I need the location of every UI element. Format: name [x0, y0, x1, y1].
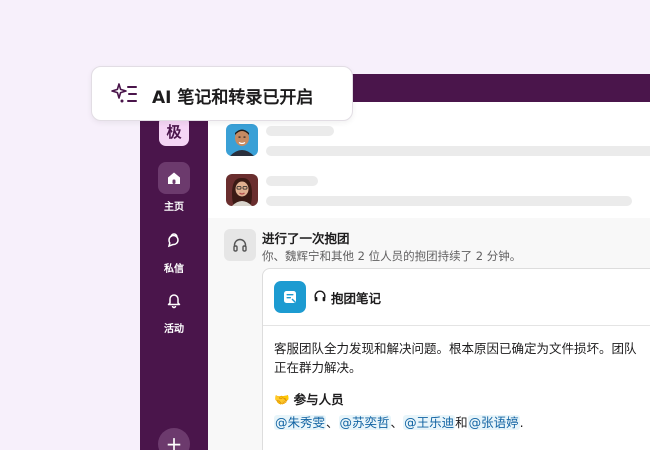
message-placeholder [226, 124, 650, 158]
headphones-icon [224, 229, 256, 261]
main-panel: 进行了一次抱团 你、魏辉宁和其他 2 位人员的抱团持续了 2 分钟。 抱团笔记 [208, 102, 650, 450]
placeholder-line [266, 126, 334, 136]
avatar [226, 174, 258, 206]
user-mention[interactable]: @苏奕哲 [338, 415, 391, 430]
direct-messages-icon [158, 224, 190, 256]
handshake-icon: 🤝 [274, 392, 290, 407]
card-body: 客服团队全力发现和解决问题。根本原因已确定为文件损坏。团队正在群力解决。 🤝 参… [274, 339, 644, 432]
sidebar: 极 主页 私信 活动 + [140, 102, 208, 450]
sidebar-item-label: 活动 [164, 324, 184, 335]
card-header: 抱团笔记 [263, 269, 650, 326]
participants-title: 参与人员 [293, 392, 344, 407]
app-window: 极 主页 私信 活动 + 进行了一次抱团 你、魏辉宁和其他 2 位人员的抱团持续… [140, 74, 650, 450]
user-mention[interactable]: @张语婷 [467, 415, 520, 430]
sparkle-list-icon [111, 82, 139, 110]
bell-icon [158, 284, 190, 316]
ai-notes-badge: AI 笔记和转录已开启 [91, 66, 353, 121]
user-mention[interactable]: @王乐迪 [403, 415, 456, 430]
placeholder-line [266, 176, 318, 186]
headphones-icon [313, 289, 327, 306]
huddle-subtitle: 你、魏辉宁和其他 2 位人员的抱团持续了 2 分钟。 [262, 249, 522, 263]
home-icon [158, 162, 190, 194]
period: . [519, 415, 524, 430]
message-placeholder [226, 174, 646, 208]
sidebar-item-label: 主页 [164, 202, 184, 213]
separator: 、 [326, 415, 339, 430]
sidebar-item-dms[interactable]: 私信 [140, 224, 208, 275]
card-title-text: 抱团笔记 [331, 291, 382, 306]
canvas-icon [274, 281, 306, 313]
huddle-message: 进行了一次抱团 你、魏辉宁和其他 2 位人员的抱团持续了 2 分钟。 抱团笔记 [208, 218, 650, 450]
huddle-notes-card[interactable]: 抱团笔记 客服团队全力发现和解决问题。根本原因已确定为文件损坏。团队正在群力解决… [262, 268, 650, 450]
card-title: 抱团笔记 [313, 288, 381, 307]
user-mention[interactable]: @朱秀雯 [274, 415, 327, 430]
participants-list: @朱秀雯、@苏奕哲、@王乐迪和@张语婷. [274, 413, 644, 432]
sidebar-item-label: 私信 [164, 264, 184, 275]
participants-heading: 🤝 参与人员 [274, 390, 644, 409]
notes-summary: 客服团队全力发现和解决问题。根本原因已确定为文件损坏。团队正在群力解决。 [274, 341, 637, 375]
badge-text: AI 笔记和转录已开启 [152, 88, 314, 108]
separator: 、 [390, 415, 404, 430]
avatar [226, 124, 258, 156]
sidebar-item-activity[interactable]: 活动 [140, 284, 208, 335]
placeholder-line [266, 196, 632, 206]
placeholder-line [266, 146, 650, 156]
separator: 和 [455, 415, 468, 430]
plus-icon: + [165, 432, 183, 450]
add-button[interactable]: + [158, 428, 190, 450]
sidebar-item-home[interactable]: 主页 [140, 162, 208, 213]
huddle-title: 进行了一次抱团 [262, 231, 350, 246]
